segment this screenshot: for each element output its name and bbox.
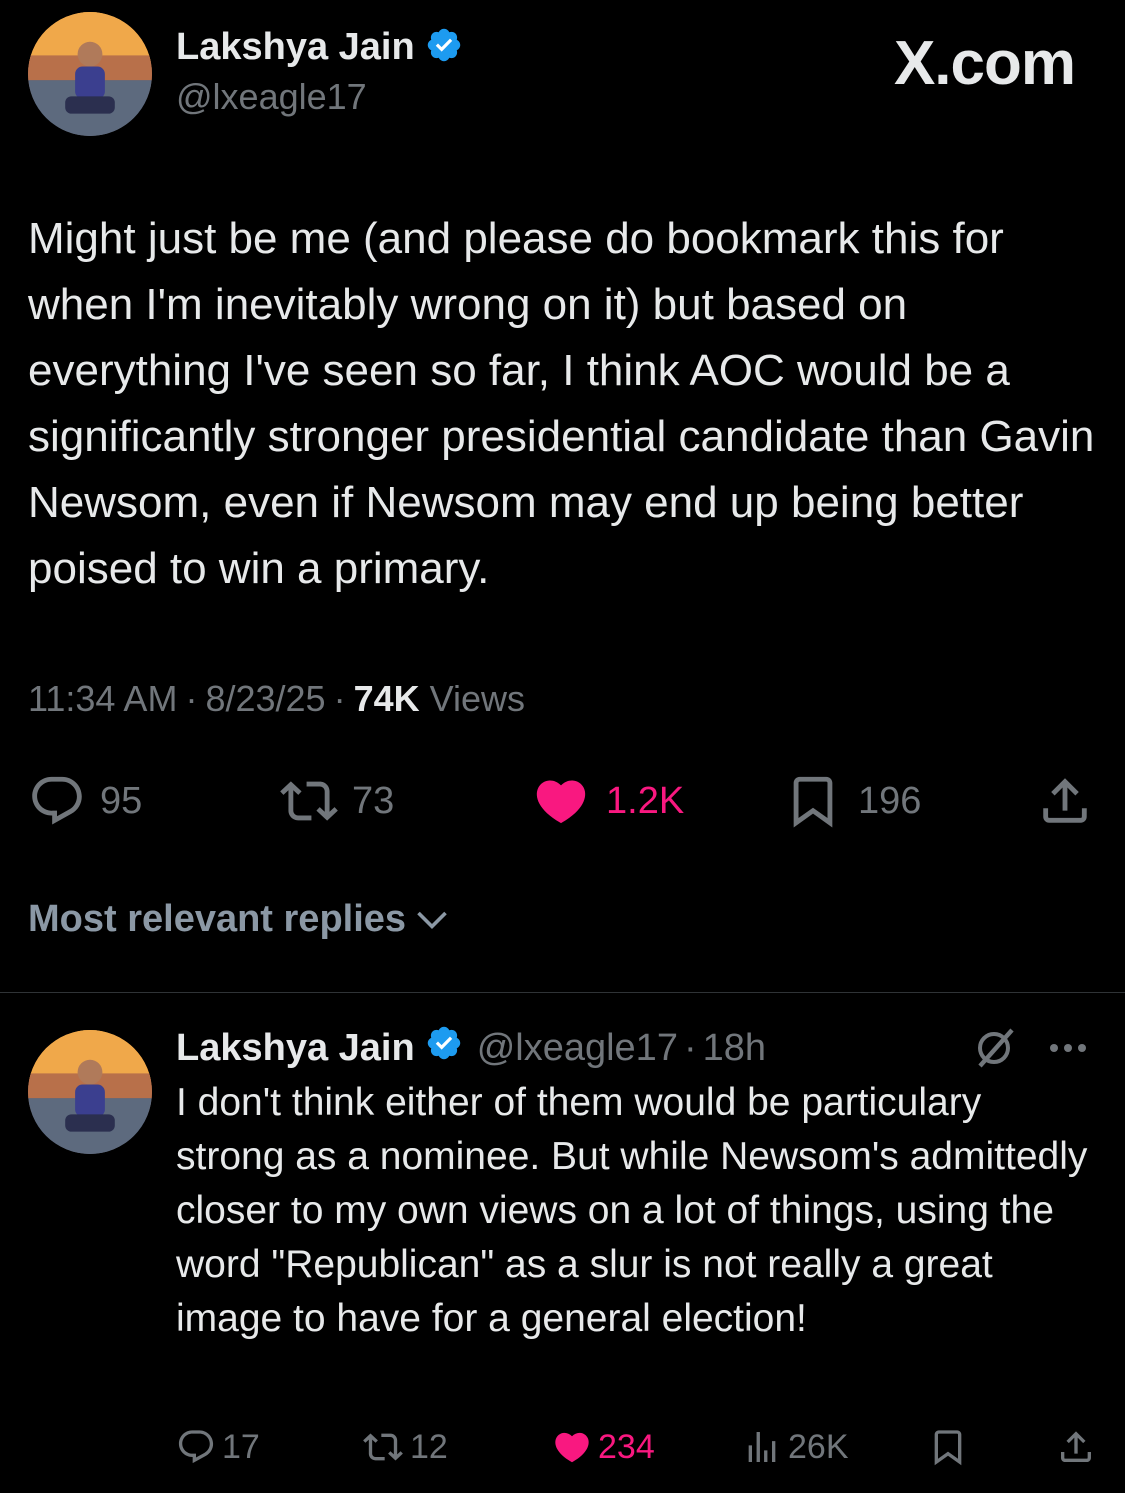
reply-reply-count: 17 (222, 1427, 260, 1466)
grok-button[interactable] (970, 1024, 1018, 1072)
reply-views-button[interactable]: 26K (742, 1426, 849, 1468)
share-button[interactable] (1036, 772, 1094, 830)
more-icon (1050, 1044, 1086, 1052)
reply-repost-count: 12 (410, 1427, 448, 1466)
repost-icon (280, 781, 338, 821)
author-avatar[interactable] (28, 12, 152, 136)
views-count[interactable]: 74K (354, 678, 420, 720)
author-name[interactable]: Lakshya Jain (176, 26, 415, 69)
separator-dot: · (333, 678, 346, 719)
like-count: 1.2K (606, 779, 685, 822)
replies-sort-dropdown[interactable]: Most relevant replies (28, 894, 450, 944)
reply-reply-button[interactable]: 17 (176, 1426, 260, 1468)
reply-like-count: 234 (598, 1427, 655, 1466)
separator-dot: · (185, 678, 198, 719)
tweet-time[interactable]: 11:34 AM (28, 678, 177, 720)
reply-bookmark-button[interactable] (928, 1426, 968, 1468)
reply-repost-button[interactable]: 12 (362, 1426, 448, 1468)
replies-sort-label: Most relevant replies (28, 897, 407, 940)
heart-icon (536, 780, 586, 824)
grok-icon (978, 1028, 1014, 1068)
bookmark-icon (934, 1430, 962, 1466)
reply-header-row: Lakshya Jain @lxeagle17 · 18h (176, 1024, 766, 1072)
verified-badge-icon (425, 1024, 463, 1072)
tweet-date[interactable]: 8/23/25 (205, 678, 325, 720)
tweet-text: Might just be me (and please do bookmark… (28, 214, 1095, 593)
separator-dot: · (683, 1026, 697, 1069)
avatar-image (28, 1030, 152, 1154)
reply-button[interactable]: 95 (28, 772, 142, 830)
avatar-image (28, 12, 152, 136)
reply-share-button[interactable] (1056, 1426, 1096, 1468)
reply-icon (32, 776, 82, 825)
repost-icon (363, 1433, 403, 1461)
analytics-icon (748, 1432, 776, 1462)
repost-count: 73 (352, 779, 395, 822)
more-button[interactable] (1050, 1030, 1094, 1066)
reply-like-button[interactable]: 234 (552, 1426, 655, 1468)
reply-text: I don't think either of them would be pa… (176, 1081, 1088, 1340)
views-label: Views (429, 678, 525, 719)
x-com-watermark: X.com (893, 29, 1076, 98)
reply-author-avatar[interactable] (28, 1030, 152, 1154)
bookmark-count: 196 (858, 779, 922, 822)
bookmark-icon (793, 776, 833, 828)
like-button[interactable]: 1.2K (530, 772, 684, 830)
verified-badge-icon (425, 26, 463, 69)
chevron-down-icon (417, 911, 447, 930)
repost-button[interactable]: 73 (278, 772, 394, 830)
reply-views-count: 26K (788, 1427, 849, 1466)
reply-author-handle[interactable]: @lxeagle17 (477, 1027, 678, 1070)
section-divider (0, 992, 1125, 993)
reply-age[interactable]: 18h (703, 1027, 766, 1070)
author-name-row: Lakshya Jain (176, 24, 463, 70)
tweet-metadata: 11:34 AM · 8/23/25 · 74K Views (28, 678, 525, 720)
reply-icon (178, 1430, 214, 1464)
bookmark-button[interactable]: 196 (784, 772, 921, 830)
reply-count: 95 (100, 779, 143, 822)
share-icon (1061, 1431, 1091, 1462)
reply-author-name[interactable]: Lakshya Jain (176, 1027, 415, 1070)
author-handle[interactable]: @lxeagle17 (176, 76, 367, 118)
heart-icon (555, 1432, 589, 1463)
share-icon (1043, 778, 1087, 823)
